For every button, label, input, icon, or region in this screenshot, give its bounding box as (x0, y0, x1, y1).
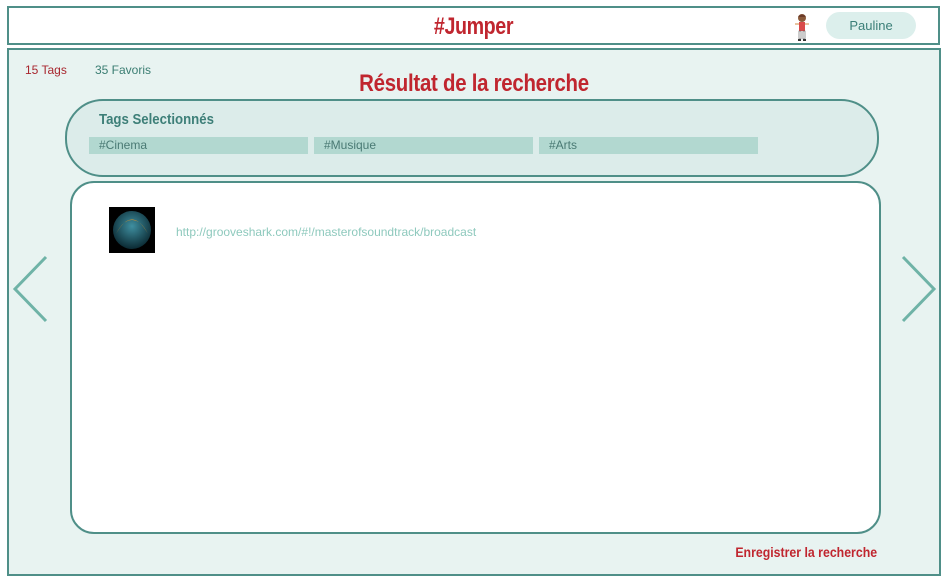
save-search-button[interactable]: Enregistrer la recherche (735, 544, 877, 560)
user-profile-button[interactable]: Pauline (826, 12, 916, 39)
tag-chip-cinema[interactable]: #Cinema (89, 137, 308, 154)
selected-tags-panel: Tags Selectionnés #Cinema #Musique #Arts (65, 99, 879, 177)
tag-chip-arts[interactable]: #Arts (539, 137, 758, 154)
tag-count-link[interactable]: 15 Tags (25, 63, 67, 77)
tag-chip-musique[interactable]: #Musique (314, 137, 533, 154)
chevron-left-icon[interactable] (12, 254, 50, 324)
top-bar: #Jumper Pauline (7, 6, 940, 45)
search-results-page: 15 Tags 35 Favoris Résultat de la recher… (7, 48, 941, 576)
app-title[interactable]: #Jumper (93, 13, 855, 41)
results-list: http://grooveshark.com/#!/masterofsoundt… (70, 181, 881, 534)
result-link[interactable]: http://grooveshark.com/#!/masterofsoundt… (176, 225, 476, 239)
page-title: Résultat de la recherche (359, 70, 589, 97)
avatar-icon[interactable] (789, 12, 815, 42)
chevron-right-icon[interactable] (899, 254, 937, 324)
selected-tags-heading: Tags Selectionnés (99, 111, 214, 128)
grooveshark-icon[interactable] (109, 207, 155, 253)
